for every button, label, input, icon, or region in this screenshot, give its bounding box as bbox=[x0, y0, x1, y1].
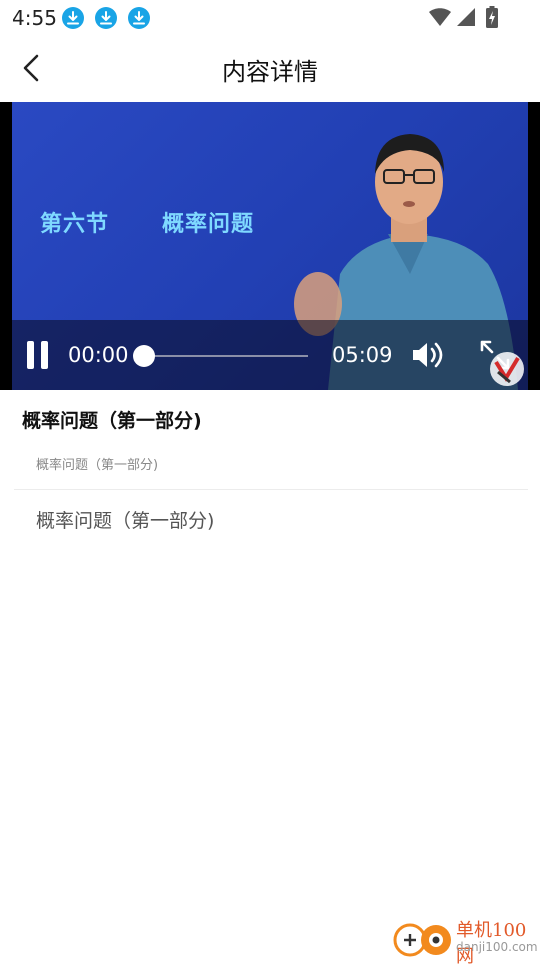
progress-bar[interactable] bbox=[133, 345, 308, 367]
video-player[interactable]: 第六节 概率问题 00:00 05:09 bbox=[0, 102, 540, 390]
slide-topic-text: 概率问题 bbox=[162, 212, 255, 237]
speaker-icon bbox=[413, 342, 443, 368]
status-time: 4:55 bbox=[12, 6, 57, 30]
app-header: 内容详情 bbox=[0, 36, 540, 102]
status-bar: 4:55 bbox=[0, 0, 540, 36]
site-watermark: 单机100网 danji100.com bbox=[390, 916, 540, 967]
cell-signal-icon bbox=[457, 8, 475, 26]
battery-charging-icon bbox=[486, 6, 498, 28]
content-title: 概率问题（第一部分) bbox=[22, 410, 202, 432]
content-subtitle: 概率问题（第一部分) bbox=[36, 458, 159, 473]
divider bbox=[14, 489, 528, 490]
progress-thumb[interactable] bbox=[133, 345, 155, 367]
volume-button[interactable] bbox=[410, 338, 446, 372]
download-icon bbox=[95, 7, 117, 29]
duration-time: 05:09 bbox=[332, 343, 393, 367]
channel-logo-icon bbox=[490, 352, 524, 386]
video-controls: 00:00 05:09 bbox=[12, 320, 528, 390]
wifi-icon bbox=[429, 8, 451, 26]
current-time: 00:00 bbox=[68, 343, 129, 367]
site-logo-icon bbox=[393, 923, 451, 957]
site-watermark-url: danji100.com bbox=[456, 940, 538, 954]
content-body: 概率问题（第一部分) bbox=[36, 510, 215, 532]
page-title: 内容详情 bbox=[222, 58, 318, 86]
download-icon bbox=[128, 7, 150, 29]
pause-button[interactable] bbox=[26, 341, 50, 369]
download-icon bbox=[62, 7, 84, 29]
slide-section-text: 第六节 bbox=[40, 212, 110, 237]
